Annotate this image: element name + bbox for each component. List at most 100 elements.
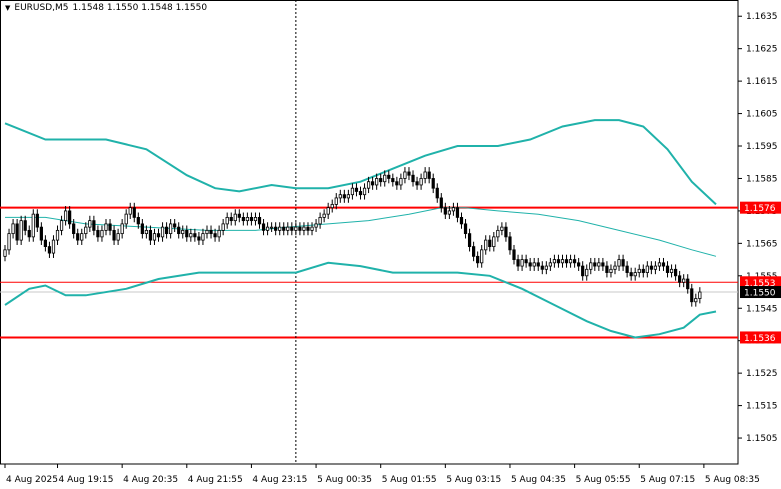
candle-body xyxy=(92,220,96,231)
y-tick-label: 1.1565 xyxy=(746,239,778,249)
candle-body xyxy=(84,226,88,235)
candle-body xyxy=(76,233,80,241)
candle-body xyxy=(278,226,282,231)
candle-body xyxy=(476,255,480,264)
candle-body xyxy=(7,233,11,251)
candle-body xyxy=(690,288,694,303)
candle-body xyxy=(314,223,318,228)
candle-body xyxy=(399,178,403,186)
candle-body xyxy=(540,265,544,270)
candle-body xyxy=(694,298,698,303)
candle-body xyxy=(205,229,209,235)
candle-body xyxy=(371,181,375,186)
candle-body xyxy=(132,207,136,218)
candle-body xyxy=(484,239,488,251)
candle-body xyxy=(617,259,621,267)
candle-body xyxy=(698,291,702,299)
candle-body xyxy=(334,197,338,205)
y-tick-label: 1.1545 xyxy=(746,304,778,314)
candle-body xyxy=(552,259,557,264)
candle-body xyxy=(524,259,528,264)
candle-body xyxy=(253,216,258,222)
candle-body xyxy=(637,268,641,273)
candle-body xyxy=(39,226,43,241)
candle-body xyxy=(629,272,633,277)
x-tick-label: 4 Aug 20:35 xyxy=(123,475,178,485)
bollinger-lower-line xyxy=(4,261,717,339)
candle-body xyxy=(536,262,540,267)
candle-body xyxy=(47,246,52,254)
candle-body xyxy=(411,174,415,183)
candle-body xyxy=(500,226,504,231)
candle-body xyxy=(225,216,229,225)
candle-body xyxy=(233,213,237,222)
candle-body xyxy=(504,226,508,238)
candle-body xyxy=(403,171,407,179)
candle-body xyxy=(649,265,653,270)
price-chart[interactable]: 1.1635 1.1625 1.1615 1.1605 1.1595 1.1585 1.15… xyxy=(0,0,781,489)
candle-body xyxy=(358,191,363,196)
candle-body xyxy=(548,262,552,267)
candle-body xyxy=(496,229,500,238)
candle-body xyxy=(72,223,76,235)
candle-body xyxy=(27,229,31,238)
candle-body xyxy=(290,226,294,231)
candle-body xyxy=(156,233,161,238)
candle-body xyxy=(431,178,435,189)
x-tick-label: 4 Aug 21:55 xyxy=(188,475,243,485)
candle-body xyxy=(597,262,601,267)
candle-body xyxy=(544,265,548,270)
candle-body xyxy=(673,268,678,277)
candle-body xyxy=(302,226,306,231)
y-tick-label: 1.1595 xyxy=(746,142,778,152)
candle-body xyxy=(354,187,359,192)
candle-body xyxy=(257,216,262,225)
candle-body xyxy=(55,229,60,241)
candle-body xyxy=(193,233,197,238)
y-tick-label: 1.1615 xyxy=(746,77,778,87)
candle-body xyxy=(572,259,577,264)
candle-body xyxy=(265,226,270,231)
candle-body xyxy=(512,249,516,260)
candle-body xyxy=(152,233,157,241)
candle-body xyxy=(653,265,658,270)
candle-body xyxy=(23,220,27,231)
candle-body xyxy=(669,268,674,273)
candle-body xyxy=(455,207,460,218)
candle-body xyxy=(605,265,609,273)
candle-body xyxy=(286,226,290,231)
candle-body xyxy=(678,275,682,283)
candle-body xyxy=(63,210,68,222)
candle-body xyxy=(556,259,561,264)
candle-body xyxy=(516,259,520,267)
candle-body xyxy=(463,223,468,235)
candle-body xyxy=(439,197,443,209)
candle-body xyxy=(459,216,464,225)
candle-body xyxy=(164,226,169,235)
candle-body xyxy=(379,178,383,183)
candle-body xyxy=(31,213,35,238)
candle-body xyxy=(645,265,649,273)
current-price-tag-label: 1.1550 xyxy=(744,289,776,299)
candle-body xyxy=(197,236,201,241)
candle-body xyxy=(120,223,124,235)
candle-body xyxy=(11,223,15,235)
x-tick-label: 5 Aug 08:35 xyxy=(705,475,760,485)
candle-body xyxy=(201,233,205,241)
y-tick-label: 1.1505 xyxy=(746,434,778,444)
candle-body xyxy=(387,174,391,179)
candle-body xyxy=(326,207,330,215)
candle-body xyxy=(270,226,274,229)
candle-body xyxy=(443,207,447,215)
x-tick-label: 5 Aug 00:35 xyxy=(317,475,372,485)
candle-body xyxy=(391,178,395,183)
x-tick-label: 5 Aug 01:55 xyxy=(382,475,437,485)
candle-body xyxy=(350,187,355,196)
candle-body xyxy=(294,226,298,231)
candle-body xyxy=(298,226,302,231)
candle-body xyxy=(585,268,589,277)
y-tick-label: 1.1525 xyxy=(746,369,778,379)
candle-body xyxy=(686,278,690,290)
candle-body xyxy=(144,229,149,235)
candle-body xyxy=(362,187,367,196)
